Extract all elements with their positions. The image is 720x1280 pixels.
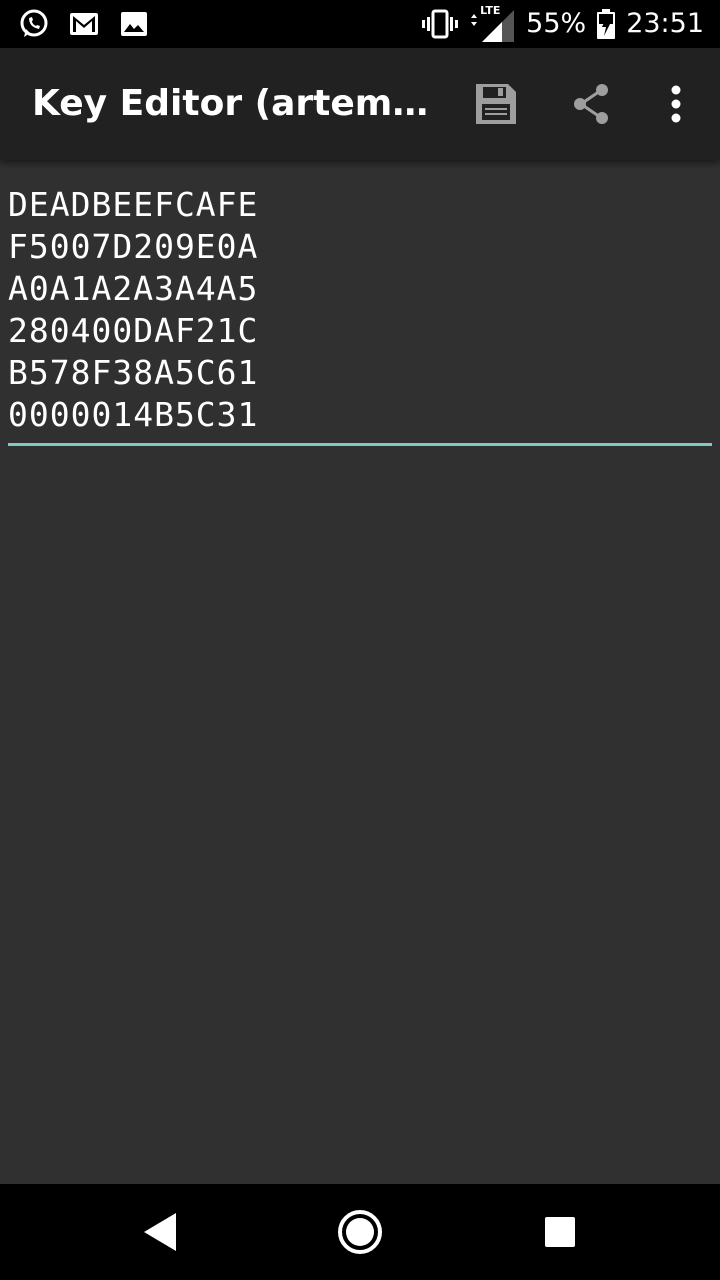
battery-charging-icon: [597, 9, 616, 39]
system-icons: LTE 55% 23:51: [422, 0, 704, 48]
recents-button[interactable]: [528, 1200, 592, 1264]
status-bar: LTE 55% 23:51: [0, 0, 720, 48]
key-line: B578F38A5C61: [8, 353, 259, 392]
recents-icon: [545, 1217, 575, 1247]
save-button[interactable]: [464, 72, 528, 136]
page-title: Key Editor (artem.ke…: [32, 83, 432, 124]
battery-percent: 55%: [526, 8, 587, 39]
vibrate-icon: [422, 9, 459, 39]
app-bar: Key Editor (artem.ke…: [0, 48, 720, 160]
image-icon: [121, 12, 147, 36]
key-line: 0000014B5C31: [8, 395, 259, 434]
home-button[interactable]: [328, 1200, 392, 1264]
back-button[interactable]: [128, 1200, 192, 1264]
save-icon: [476, 84, 516, 124]
key-text-field[interactable]: DEADBEEFCAFE F5007D209E0A A0A1A2A3A4A5 2…: [8, 184, 712, 446]
editor-area: DEADBEEFCAFE F5007D209E0A A0A1A2A3A4A5 2…: [0, 160, 720, 1184]
more-vert-icon: [671, 85, 681, 123]
key-line: F5007D209E0A: [8, 227, 259, 266]
whatsapp-icon: [20, 9, 48, 37]
notification-icons: [18, 8, 150, 40]
more-options-button[interactable]: [644, 72, 708, 136]
share-icon: [574, 84, 608, 124]
key-line: A0A1A2A3A4A5: [8, 269, 259, 308]
back-icon: [144, 1213, 176, 1251]
lte-signal-icon: LTE: [468, 4, 516, 42]
gmail-icon: [70, 13, 98, 35]
navigation-bar: [0, 1184, 720, 1280]
key-line: 280400DAF21C: [8, 311, 259, 350]
share-button[interactable]: [560, 72, 624, 136]
home-icon: [338, 1210, 382, 1254]
key-line: DEADBEEFCAFE: [8, 185, 259, 224]
clock: 23:51: [626, 8, 704, 39]
